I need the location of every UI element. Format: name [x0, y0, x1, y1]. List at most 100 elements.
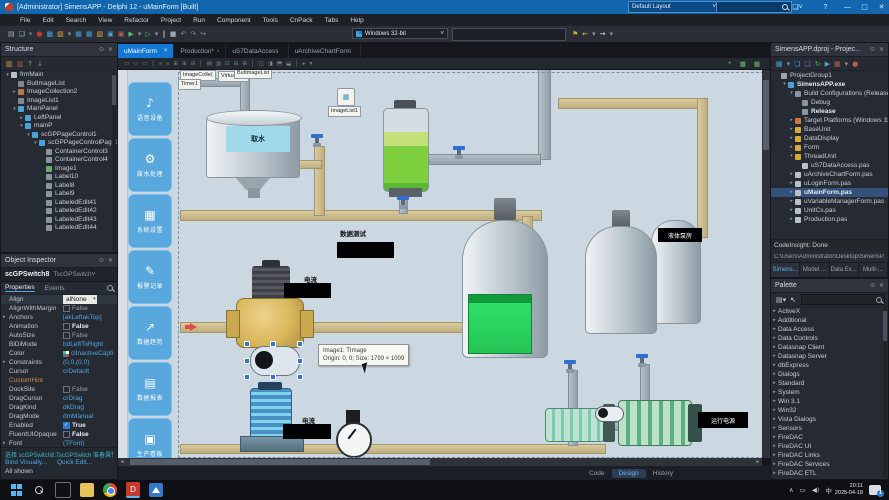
menu-item[interactable]: Refactor [118, 17, 155, 24]
palette-category[interactable]: ▸ Vista Dialogs [771, 415, 888, 424]
current-value-box-1[interactable] [284, 283, 331, 298]
property-value[interactable]: crDefault [63, 367, 89, 376]
file-explorer-icon[interactable] [80, 483, 94, 497]
notification-center-icon[interactable]: 1 [869, 485, 881, 495]
expand-chevron-icon[interactable]: ▸ [788, 134, 795, 143]
project-tool-icon[interactable]: ▶ [825, 60, 830, 68]
expand-chevron-icon[interactable]: ▾ [11, 105, 18, 114]
property-value[interactable]: True [72, 421, 86, 430]
bind-visually-link[interactable]: Bind Visually... [5, 459, 47, 466]
scada-nav-button[interactable]: ⚙ 废水处理 [128, 138, 172, 192]
palette-category[interactable]: ▸ dbExpress [771, 361, 888, 370]
display-icon[interactable]: ▭ [800, 486, 806, 494]
expand-chevron-icon[interactable]: ▸ [771, 424, 778, 433]
project-tree-item[interactable]: ▸ uArchiveChartForm.pas [771, 170, 888, 179]
palette-category[interactable]: ▸ Additional [771, 316, 888, 325]
structure-tree-item[interactable]: Label9 [1, 190, 117, 199]
expand-chevron-icon[interactable]: ▸ [771, 307, 778, 316]
property-value[interactable]: False [72, 322, 89, 331]
checkbox-icon[interactable] [63, 431, 70, 438]
checkbox-icon[interactable] [63, 305, 70, 312]
project-bottom-tab[interactable]: Data Ex... [830, 263, 859, 277]
designer-tool-icon[interactable]: ⊟ [191, 61, 196, 67]
palette-category[interactable]: ▸ ActiveX [771, 307, 888, 316]
pump-room-box[interactable]: 液体泵房 [658, 228, 702, 242]
structure-scrollbar[interactable] [112, 73, 116, 251]
scada-nav-button[interactable]: ↗ 数据趋势 [128, 306, 172, 360]
property-row[interactable]: AutoSize False [1, 331, 117, 340]
designer-tool-icon[interactable]: ⊡ [225, 61, 230, 67]
expand-chevron-icon[interactable]: ▾ [788, 89, 795, 98]
palette-category[interactable]: ▸ Sensors [771, 424, 888, 433]
task-view-icon[interactable] [55, 482, 71, 498]
selection-cursor-icon[interactable]: ↖ [790, 296, 796, 304]
toolbar-icon[interactable]: ▨ [57, 30, 64, 38]
view-tab[interactable]: History [646, 469, 680, 478]
vertical-scrollbar[interactable] [762, 70, 770, 458]
designer-tool-icon[interactable]: ▸ [303, 61, 306, 67]
view-tab[interactable]: Code [582, 469, 612, 478]
property-value[interactable]: False [72, 385, 88, 394]
expand-chevron-icon[interactable]: ▸ [771, 361, 778, 370]
designer-tool-icon[interactable]: ◫ [258, 61, 263, 67]
palette-category[interactable]: ▸ Standard [771, 379, 888, 388]
structure-tree-item[interactable]: ▾ frmMain [1, 71, 117, 80]
scada-nav-button[interactable]: ✎ 报警记录 [128, 250, 172, 304]
property-row[interactable]: CustomHint [1, 376, 117, 385]
checkbox-icon[interactable] [63, 332, 70, 339]
selection-handle[interactable] [297, 341, 303, 347]
project-tool-icon[interactable]: ↻ [815, 60, 821, 68]
nav-icon[interactable]: ▾ [592, 30, 596, 38]
pin-icon[interactable]: ⊙ [99, 47, 104, 53]
menu-item[interactable]: Component [211, 17, 257, 24]
menu-item[interactable]: Run [187, 17, 211, 24]
designer-tool-icon[interactable]: ▭ [133, 61, 138, 67]
menu-item[interactable]: Search [60, 17, 93, 24]
project-tool-icon[interactable]: ▦ [776, 60, 783, 68]
timer-component[interactable]: Timer1 [178, 79, 201, 90]
palette-page-icon[interactable]: ▤▾ [776, 296, 786, 304]
close-tab-icon[interactable]: × [164, 48, 168, 54]
toolbar-icon[interactable]: ▦ [86, 30, 93, 38]
layout-combo[interactable]: Default Layout˅ [628, 1, 720, 13]
project-tree-item[interactable]: ▾ Build Configurations (Release) [771, 89, 888, 98]
tab-events[interactable]: Events [45, 285, 107, 292]
structure-tree-item[interactable]: LabeledEdit42 [1, 207, 117, 216]
scada-nav-button[interactable]: ▣ 生产看板 [128, 418, 172, 458]
menu-item[interactable]: Tabs [319, 17, 345, 24]
toolbar-icon[interactable]: ↶ [180, 30, 186, 38]
nav-icon[interactable]: ⚑ [572, 30, 578, 38]
project-bottom-tab[interactable]: Model ... [800, 263, 829, 277]
palette-category[interactable]: ▸ Win32 [771, 406, 888, 415]
expand-chevron-icon[interactable]: ▾ [25, 131, 32, 140]
expand-chevron-icon[interactable]: ▸ [771, 469, 778, 478]
switch-knob[interactable] [255, 351, 273, 369]
structure-tree-item[interactable]: ContainerControl4 [1, 156, 117, 165]
designer-tool-icon[interactable]: ⊞ [242, 61, 247, 67]
designer-tool-icon[interactable]: ▭ [142, 61, 147, 67]
project-tree-item[interactable]: ▸ DataDisplay [771, 134, 888, 143]
menu-item[interactable]: Edit [36, 17, 59, 24]
photos-icon[interactable] [149, 483, 163, 497]
expand-chevron-icon[interactable]: ▸ [788, 116, 795, 125]
project-tree-item[interactable]: Debug [771, 98, 888, 107]
structure-tree-item[interactable]: ▸ LeftPanel [1, 114, 117, 123]
property-row[interactable]: Cursor crDefault [1, 367, 117, 376]
property-value[interactable]: dmManual [63, 412, 93, 421]
selection-handle[interactable] [244, 341, 250, 347]
nonvisual-component-tab[interactable]: ButImageList [234, 70, 272, 79]
property-row[interactable]: DragCursor crDrag [1, 394, 117, 403]
expand-chevron-icon[interactable]: ▾ [18, 122, 25, 131]
toolbar-icon[interactable]: ▤ [8, 30, 15, 38]
property-value[interactable]: alNone [63, 295, 97, 304]
palette-category[interactable]: ▸ FireDAC UI [771, 442, 888, 451]
delphi-taskbar-icon[interactable]: D [126, 482, 140, 498]
toolbar-icon[interactable]: ▩ [47, 30, 54, 38]
toolbar-icon[interactable]: ● [36, 30, 42, 38]
property-row[interactable]: Color clInactiveCapti [1, 349, 117, 358]
toolbar-icon[interactable]: ▾ [68, 30, 72, 38]
project-tree-item[interactable]: ▸ uVariableManagerForm.pas [771, 197, 888, 206]
project-tool-icon[interactable]: ▦ [834, 60, 841, 68]
property-value[interactable]: crDrag [63, 394, 83, 403]
designer-tool-icon[interactable]: + [728, 60, 732, 68]
